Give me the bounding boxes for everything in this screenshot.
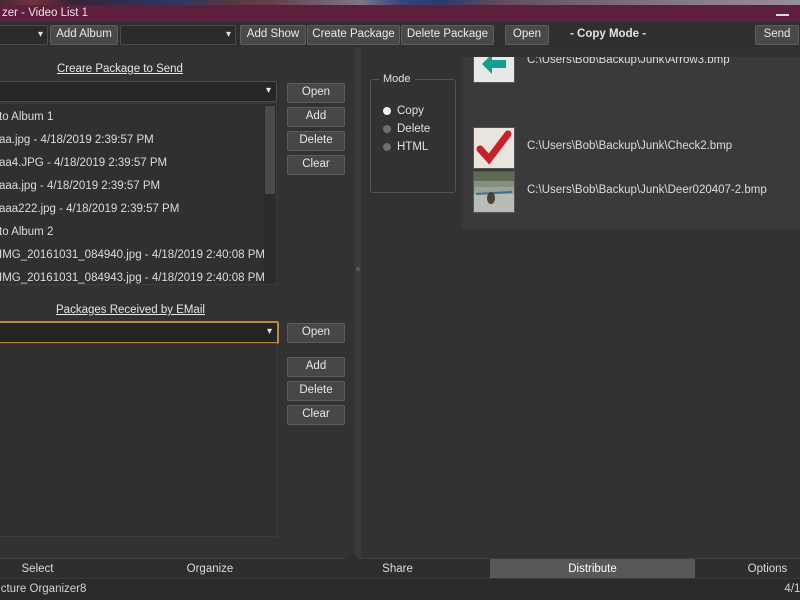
mode-radio-label: Copy bbox=[397, 105, 424, 117]
create-open-button[interactable]: Open bbox=[287, 83, 345, 103]
create-add-button[interactable]: Add bbox=[287, 107, 345, 127]
main-content-area: Creare Package to Send ▾ to Album 1 aa.jp… bbox=[0, 47, 800, 596]
radio-button-icon bbox=[383, 125, 391, 133]
tab-select[interactable]: Select bbox=[0, 559, 116, 579]
file-path-label: C:\Users\Bob\Backup\Junk\Deer020407-2.bm… bbox=[527, 184, 767, 196]
checkmark-thumbnail bbox=[473, 127, 515, 169]
create-package-section-title: Creare Package to Send bbox=[57, 63, 183, 75]
list-item[interactable]: to Album 1 bbox=[0, 106, 53, 129]
chevron-down-icon: ▾ bbox=[265, 85, 271, 96]
delete-package-button[interactable]: Delete Package bbox=[401, 25, 494, 45]
file-list-item[interactable]: C:\Users\Bob\Backup\Junk\Deer020407-2.bm… bbox=[462, 169, 800, 213]
create-package-combo[interactable]: ▾ bbox=[0, 81, 277, 102]
chevron-down-icon: ▾ bbox=[37, 29, 43, 40]
arrow-thumbnail bbox=[473, 57, 515, 83]
window-title: zer - Video List 1 bbox=[2, 7, 89, 19]
create-clear-button[interactable]: Clear bbox=[287, 155, 345, 175]
received-open-button[interactable]: Open bbox=[287, 323, 345, 343]
radio-button-icon bbox=[383, 143, 391, 151]
mode-radio-label: HTML bbox=[397, 141, 429, 153]
chevron-down-icon: ▾ bbox=[225, 29, 231, 40]
file-list-panel[interactable]: C:\Users\Bob\Backup\Junk\Arrow3.bmp C:\Us… bbox=[462, 57, 800, 229]
show-combo[interactable]: ▾ bbox=[120, 25, 236, 45]
mode-radio-label: Delete bbox=[397, 123, 431, 135]
file-path-label: C:\Users\Bob\Backup\Junk\Check2.bmp bbox=[527, 140, 733, 152]
chevron-down-icon: ▾ bbox=[266, 326, 272, 337]
status-date: 4/18/ bbox=[784, 583, 800, 595]
list-item[interactable]: aa.jpg - 4/18/2019 2:39:57 PM bbox=[0, 129, 154, 152]
list-item[interactable]: IMG_20161031_084940.jpg - 4/18/2019 2:40… bbox=[0, 244, 265, 267]
file-list-item[interactable]: C:\Users\Bob\Backup\Junk\Check2.bmp bbox=[462, 125, 800, 169]
received-delete-button[interactable]: Delete bbox=[287, 381, 345, 401]
minimize-icon[interactable] bbox=[770, 5, 796, 22]
deer-photo-thumbnail bbox=[473, 171, 515, 213]
album-combo[interactable]: ▾ bbox=[0, 25, 48, 45]
status-bar: ments\Picture Organizer8 4/18/ bbox=[0, 578, 800, 600]
create-package-button[interactable]: Create Package bbox=[307, 25, 400, 45]
received-add-button[interactable]: Add bbox=[287, 357, 345, 377]
add-album-button[interactable]: Add Album bbox=[50, 25, 118, 45]
mode-groupbox: Mode Copy Delete HTML bbox=[370, 73, 456, 193]
toolbar: ▾ Add Album ▾ Add Show Create Package De… bbox=[0, 22, 800, 48]
list-item[interactable]: aa4.JPG - 4/18/2019 2:39:57 PM bbox=[0, 152, 167, 175]
send-button[interactable]: Send bbox=[755, 25, 799, 45]
tab-distribute[interactable]: Distribute bbox=[490, 559, 696, 579]
create-package-list[interactable]: to Album 1 aa.jpg - 4/18/2019 2:39:57 PM a… bbox=[0, 103, 277, 285]
tab-options[interactable]: Options bbox=[695, 559, 800, 579]
open-package-button[interactable]: Open bbox=[505, 25, 549, 45]
create-package-list-scrollbar[interactable] bbox=[264, 104, 276, 284]
received-packages-section-title: Packages Received by EMail bbox=[56, 304, 205, 316]
scrollbar-thumb[interactable] bbox=[265, 106, 275, 194]
tab-organize[interactable]: Organize bbox=[115, 559, 306, 579]
add-show-button[interactable]: Add Show bbox=[240, 25, 306, 45]
list-item[interactable]: aaa222.jpg - 4/18/2019 2:39:57 PM bbox=[0, 198, 179, 221]
mode-groupbox-legend: Mode bbox=[379, 73, 415, 85]
bottom-tab-bar: Select Organize Share Distribute Options bbox=[0, 553, 800, 579]
application-window: zer - Video List 1 ▾ Add Album ▾ Add Sho… bbox=[0, 5, 800, 600]
received-packages-combo[interactable]: ▾ bbox=[0, 321, 279, 344]
right-pane: Mode Copy Delete HTML C:\Users\Bob\Backup\… bbox=[361, 47, 800, 596]
title-bar: zer - Video List 1 bbox=[0, 5, 800, 23]
list-item[interactable]: IMG_20161031_084943.jpg - 4/18/2019 2:40… bbox=[0, 267, 265, 284]
status-path: ments\Picture Organizer8 bbox=[0, 583, 87, 595]
create-delete-button[interactable]: Delete bbox=[287, 131, 345, 151]
radio-button-icon bbox=[383, 107, 391, 115]
left-pane: Creare Package to Send ▾ to Album 1 aa.jp… bbox=[0, 47, 352, 558]
received-clear-button[interactable]: Clear bbox=[287, 405, 345, 425]
tab-share[interactable]: Share bbox=[305, 559, 491, 579]
file-path-label: C:\Users\Bob\Backup\Junk\Arrow3.bmp bbox=[527, 57, 730, 66]
file-list-item[interactable]: C:\Users\Bob\Backup\Junk\Arrow3.bmp bbox=[462, 57, 800, 83]
list-item[interactable]: aaa.jpg - 4/18/2019 2:39:57 PM bbox=[0, 175, 160, 198]
splitter-grip bbox=[356, 267, 360, 271]
list-item[interactable]: to Album 2 bbox=[0, 221, 53, 244]
received-packages-list[interactable] bbox=[0, 343, 277, 537]
copy-mode-indicator: - Copy Mode - bbox=[570, 28, 647, 40]
